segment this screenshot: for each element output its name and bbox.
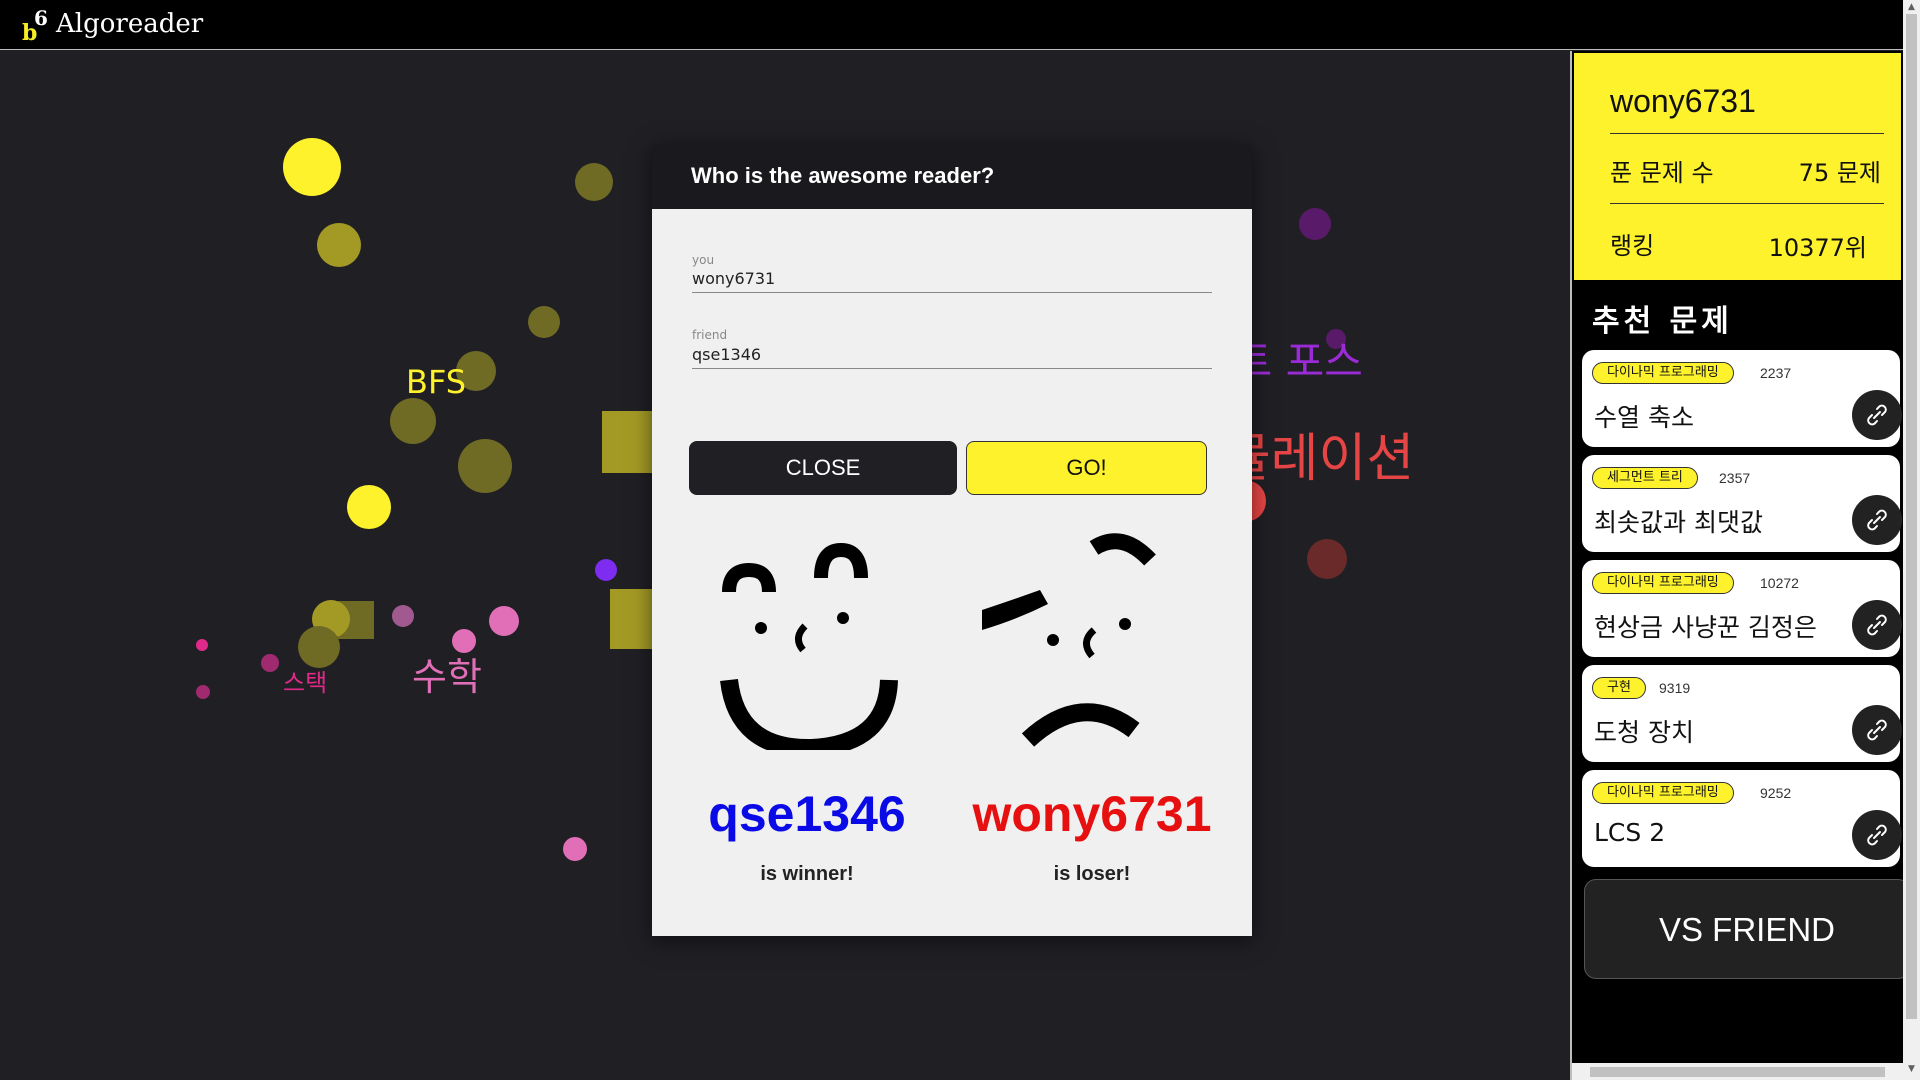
winner-name: qse1346 [708,786,906,842]
rank-label: 랭킹 [1610,232,1655,260]
bubble [261,654,279,672]
problem-card[interactable]: 다이나믹 프로그래밍 9252 LCS 2 [1582,770,1902,867]
friend-label: friend [692,328,728,342]
problem-tag: 세그먼트 트리 [1592,467,1698,489]
profile-card: wony6731 푼 문제 수 75 문제 랭킹 10377위 [1574,53,1901,280]
link-button[interactable] [1852,705,1902,755]
logo-icon: b6 [22,6,48,46]
problem-number: 9252 [1760,785,1792,801]
problem-tag: 다이나믹 프로그래밍 [1592,362,1734,384]
bubble [563,837,587,861]
problem-title: LCS 2 [1594,818,1666,847]
bubble [489,606,519,636]
problem-card[interactable]: 다이나믹 프로그래밍 10272 현상금 사냥꾼 김정은 [1582,560,1902,657]
profile-username: wony6731 [1610,83,1756,119]
bubble [196,639,208,651]
scroll-up-icon[interactable]: ▲ [1906,2,1917,12]
bubble [1307,539,1347,579]
horizontal-scroll-thumb[interactable] [1590,1067,1885,1077]
you-input[interactable] [692,265,1212,293]
loser-text: is loser! [1053,863,1131,885]
link-icon [1867,404,1887,426]
problem-number: 10272 [1760,575,1799,591]
bubble [390,398,436,444]
bubble-square [610,589,654,649]
scroll-down-icon[interactable]: ▼ [1906,1064,1917,1074]
app-title: Algoreader [56,9,204,39]
link-icon [1867,824,1887,846]
solved-label: 푼 문제 수 [1610,159,1714,187]
bubble [283,138,341,196]
bubble [595,559,617,581]
problem-number: 2237 [1760,365,1792,381]
problem-card[interactable]: 구현 9319 도청 장치 [1582,665,1902,762]
link-button[interactable] [1852,810,1902,860]
problem-card[interactable]: 다이나믹 프로그래밍 2237 수열 축소 [1582,350,1902,447]
vs-modal: Who is the awesome reader? you friend CL… [652,145,1252,936]
problem-title: 최솟값과 최댓값 [1594,508,1763,537]
link-icon [1867,719,1887,741]
link-button[interactable] [1852,390,1902,440]
sidebar: wony6731 푼 문제 수 75 문제 랭킹 10377위 추천 문제 다이… [1570,51,1910,1080]
bubble [458,439,512,493]
problem-number: 2357 [1719,470,1751,486]
winner-text: is winner! [760,863,854,885]
sad-face-icon [982,533,1156,747]
problem-tag: 구현 [1592,677,1646,699]
bubble [317,223,361,267]
link-icon [1867,509,1887,531]
bubble [528,306,560,338]
bubble [347,485,391,529]
close-button[interactable]: CLOSE [689,441,957,495]
keyword-math[interactable]: 수학 [412,646,482,701]
problem-number: 9319 [1659,680,1691,696]
bubble [392,605,414,627]
link-icon [1867,614,1887,636]
happy-face-icon [720,542,898,750]
modal-header: Who is the awesome reader? [652,145,1252,209]
problem-card[interactable]: 세그먼트 트리 2357 최솟값과 최댓값 [1582,455,1902,552]
top-bar: b6 Algoreader [0,0,1903,50]
vs-friend-button[interactable]: VS FRIEND [1584,879,1910,979]
keyword-stack[interactable]: 스택 [283,663,327,698]
bubble [1299,208,1331,240]
recommend-title: 추천 문제 [1592,304,1733,339]
link-button[interactable] [1852,600,1902,650]
modal-title: Who is the awesome reader? [691,163,995,188]
problem-tag: 다이나믹 프로그래밍 [1592,572,1734,594]
app-logo[interactable]: b6 Algoreader [20,6,204,46]
bubble [575,163,613,201]
bubble [298,626,340,668]
divider [1610,203,1884,204]
loser-name: wony6731 [972,786,1212,842]
problem-tag: 다이나믹 프로그래밍 [1592,782,1734,804]
problem-title: 수열 축소 [1594,403,1694,432]
go-button[interactable]: GO! [966,441,1207,495]
vertical-scroll-thumb[interactable] [1906,14,1917,1019]
bubble-square [602,411,654,473]
problem-title: 현상금 사냥꾼 김정은 [1594,613,1817,642]
solved-value: 75 문제 [1798,159,1881,187]
problem-title: 도청 장치 [1594,718,1694,747]
divider [1610,133,1884,134]
keyword-bfs[interactable]: BFS [406,363,466,401]
rank-value: 10377위 [1768,234,1867,262]
bubble [196,685,210,699]
friend-input[interactable] [692,341,1212,369]
link-button[interactable] [1852,495,1902,545]
